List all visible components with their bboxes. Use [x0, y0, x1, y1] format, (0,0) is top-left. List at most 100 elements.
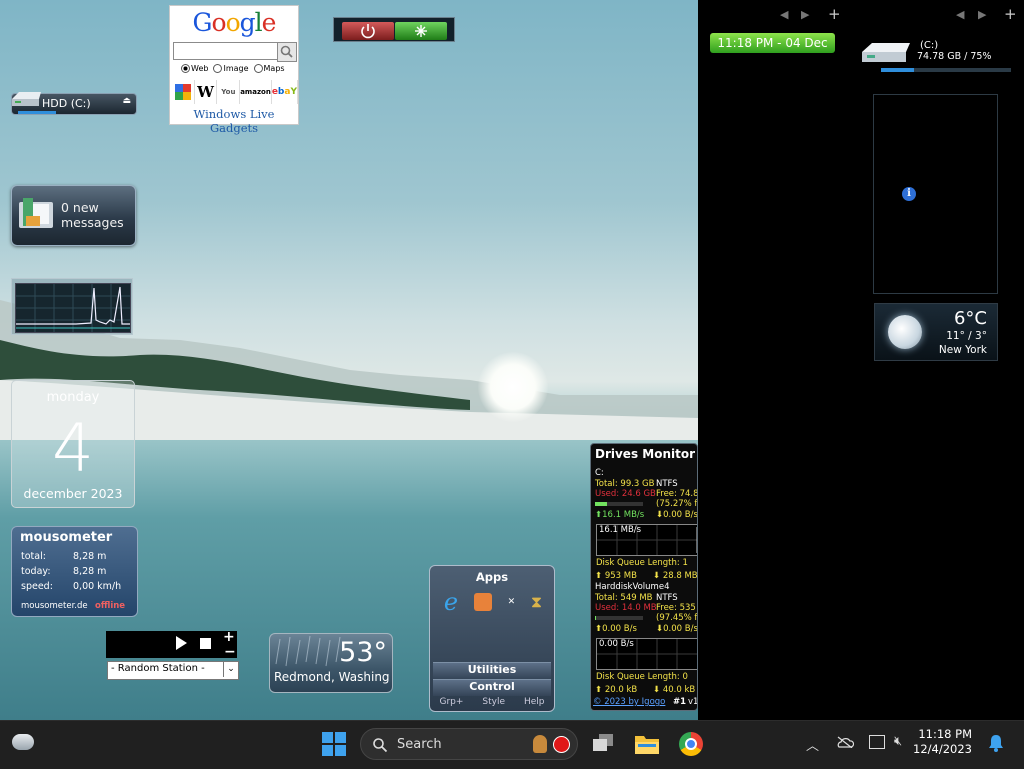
moon-icon — [888, 315, 922, 349]
windows-logo-icon — [322, 732, 346, 756]
site-shortcuts: W You amazon ebaY — [172, 80, 298, 104]
station-select[interactable]: - Random Station - ⌄ — [107, 661, 239, 680]
shutdown-gadget — [333, 17, 455, 42]
calendar-month-year: december 2023 — [23, 486, 123, 501]
volume-muted-icon[interactable]: 🔇︎ — [894, 734, 902, 749]
internet-explorer-icon[interactable]: e — [444, 588, 458, 616]
drive2-total: Total: 549 MB — [595, 593, 653, 603]
taskbar-clock[interactable]: 11:18 PM 12/4/2023 — [902, 727, 972, 757]
drives-monitor-gadget: Drives Monitor C: Total: 99.3 GB NTFS Us… — [590, 443, 698, 711]
drive1-free: Free: 74.8 G — [656, 489, 698, 499]
calendar-day: 4 — [52, 410, 94, 487]
sidebar-next-arrow-right[interactable]: ▶ — [978, 8, 986, 21]
info-icon[interactable]: i — [902, 187, 916, 201]
power-icon — [361, 24, 375, 39]
drives-monitor-title: Drives Monitor — [594, 447, 695, 461]
weather-gadget-bottom[interactable]: 53° Redmond, Washing — [269, 633, 393, 693]
drive1-name: C: — [595, 468, 604, 478]
sidebar-next-arrow-left[interactable]: ▶ — [801, 8, 809, 21]
sidebar-prev-arrow-left[interactable]: ◀ — [780, 8, 788, 21]
search-icon[interactable] — [277, 42, 297, 62]
power-button[interactable] — [342, 22, 394, 40]
play-icon[interactable] — [176, 636, 187, 650]
file-explorer-icon[interactable] — [634, 733, 660, 755]
calendar-weekday: monday — [46, 390, 100, 405]
volume-up-icon[interactable]: + — [223, 629, 235, 645]
stop-icon[interactable] — [200, 638, 211, 649]
google-logo: Google — [192, 8, 277, 37]
eject-icon[interactable]: ⏏ — [122, 96, 131, 106]
drive2-used: Used: 14.0 MB — [595, 603, 657, 613]
taskbar-time: 11:18 PM — [918, 727, 972, 741]
radio-image[interactable]: Image — [213, 64, 249, 73]
start-button[interactable] — [322, 732, 346, 756]
wikipedia-icon[interactable]: W — [195, 80, 218, 104]
slideshow-gadget[interactable]: i — [873, 94, 998, 294]
youtube-icon[interactable]: You — [217, 80, 241, 104]
drive1-write-total: ⬇ 28.8 MB — [653, 571, 698, 581]
amazon-icon[interactable]: amazon — [240, 80, 272, 104]
media-player-icon[interactable] — [473, 593, 492, 611]
mail-icon — [19, 198, 53, 228]
calendar-gadget[interactable]: monday 4 december 2023 — [11, 380, 135, 508]
sleep-icon — [415, 25, 427, 37]
taskbar-search-box[interactable]: Search — [360, 728, 578, 760]
task-view-icon[interactable] — [592, 733, 614, 753]
google-search-input[interactable] — [173, 42, 278, 60]
help-link[interactable]: Help — [524, 697, 545, 707]
hourglass-icon[interactable]: ⧗ — [531, 592, 542, 612]
hdd-gadget[interactable]: HDD (C:) ⏏ — [11, 92, 137, 115]
google-search-gadget: Google Web Image Maps W You amazon ebaY … — [169, 5, 299, 135]
sidebar-weather-gadget[interactable]: 6°C 11° / 3° New York — [874, 303, 998, 361]
sidebar-weather-city: New York — [938, 344, 987, 356]
mail-gadget[interactable]: 0 new messages — [11, 185, 136, 246]
search-type-radios: Web Image Maps — [181, 64, 299, 73]
chevron-up-icon[interactable]: ︿ — [806, 735, 819, 754]
sidebar-hdd-value: 74.78 GB / 75% — [917, 51, 992, 62]
google-icon[interactable] — [172, 80, 195, 104]
sidebar-add-gadget-left[interactable]: + — [828, 5, 841, 23]
mousometer-link[interactable]: mousometer.de — [21, 601, 88, 611]
drives-monitor-tag: #1 — [673, 697, 687, 707]
sidebar-hdd-usage-bar — [881, 68, 1011, 72]
windows-live-gadgets-link[interactable]: Windows Live Gadgets — [170, 107, 298, 135]
sidebar-add-gadget-right[interactable]: + — [1004, 5, 1017, 23]
mousometer-status[interactable]: offline — [95, 601, 125, 611]
radio-maps[interactable]: Maps — [253, 64, 285, 73]
style-link[interactable]: Style — [482, 697, 505, 707]
drive1-used: Used: 24.6 GB — [595, 489, 656, 499]
sidebar-hdd-gadget[interactable]: (C:) 74.78 GB / 75% — [858, 38, 1018, 78]
hdd-usage-bar — [18, 111, 56, 114]
sun-glow — [478, 352, 548, 422]
volume-down-icon[interactable]: − — [224, 644, 236, 660]
drive1-read-total: ⬆ 953 MB — [595, 571, 637, 581]
notification-bell-icon[interactable] — [988, 734, 1004, 755]
drive1-free-pct: (75.27% fre — [656, 499, 698, 509]
network-icon[interactable] — [869, 735, 885, 749]
sidebar-weather-hilo: 11° / 3° — [946, 330, 987, 342]
radio-web[interactable]: Web — [181, 64, 208, 73]
chrome-icon[interactable] — [679, 732, 703, 756]
apps-launcher-gadget: Apps e ✕ ⧗ Utilities Control Grp+ Style … — [429, 565, 555, 712]
drive1-read: ⬆16.1 MB/s — [595, 510, 645, 520]
drive2-name: HarddiskVolume4 — [595, 582, 670, 592]
drive2-usage-bar — [595, 616, 643, 620]
sidebar-prev-arrow-right[interactable]: ◀ — [956, 8, 964, 21]
sleep-button[interactable] — [395, 22, 447, 40]
mousometer-row-total: total: 8,28 m — [21, 551, 107, 562]
apps-title: Apps — [475, 570, 509, 584]
drive1-usage-bar — [595, 502, 643, 506]
onedrive-offline-icon[interactable] — [836, 736, 855, 749]
group-plus-link[interactable]: Grp+ — [439, 697, 463, 707]
close-icon[interactable]: ✕ — [508, 597, 516, 607]
chevron-down-icon: ⌄ — [223, 662, 238, 677]
drives-monitor-copyright-link[interactable]: © 2023 by Igogo — [593, 697, 665, 707]
control-button[interactable]: Control — [433, 679, 551, 696]
sidebar-weather-temp: 6°C — [953, 308, 987, 329]
utilities-button[interactable]: Utilities — [433, 662, 551, 679]
sidebar-clock[interactable]: 11:18 PM - 04 Dec — [710, 33, 835, 53]
search-icon — [373, 738, 388, 753]
weather-widget-icon[interactable] — [12, 734, 34, 750]
drive1-activity-chart: 16.1 MB/s — [596, 524, 697, 556]
ebay-icon[interactable]: ebaY — [272, 80, 298, 104]
